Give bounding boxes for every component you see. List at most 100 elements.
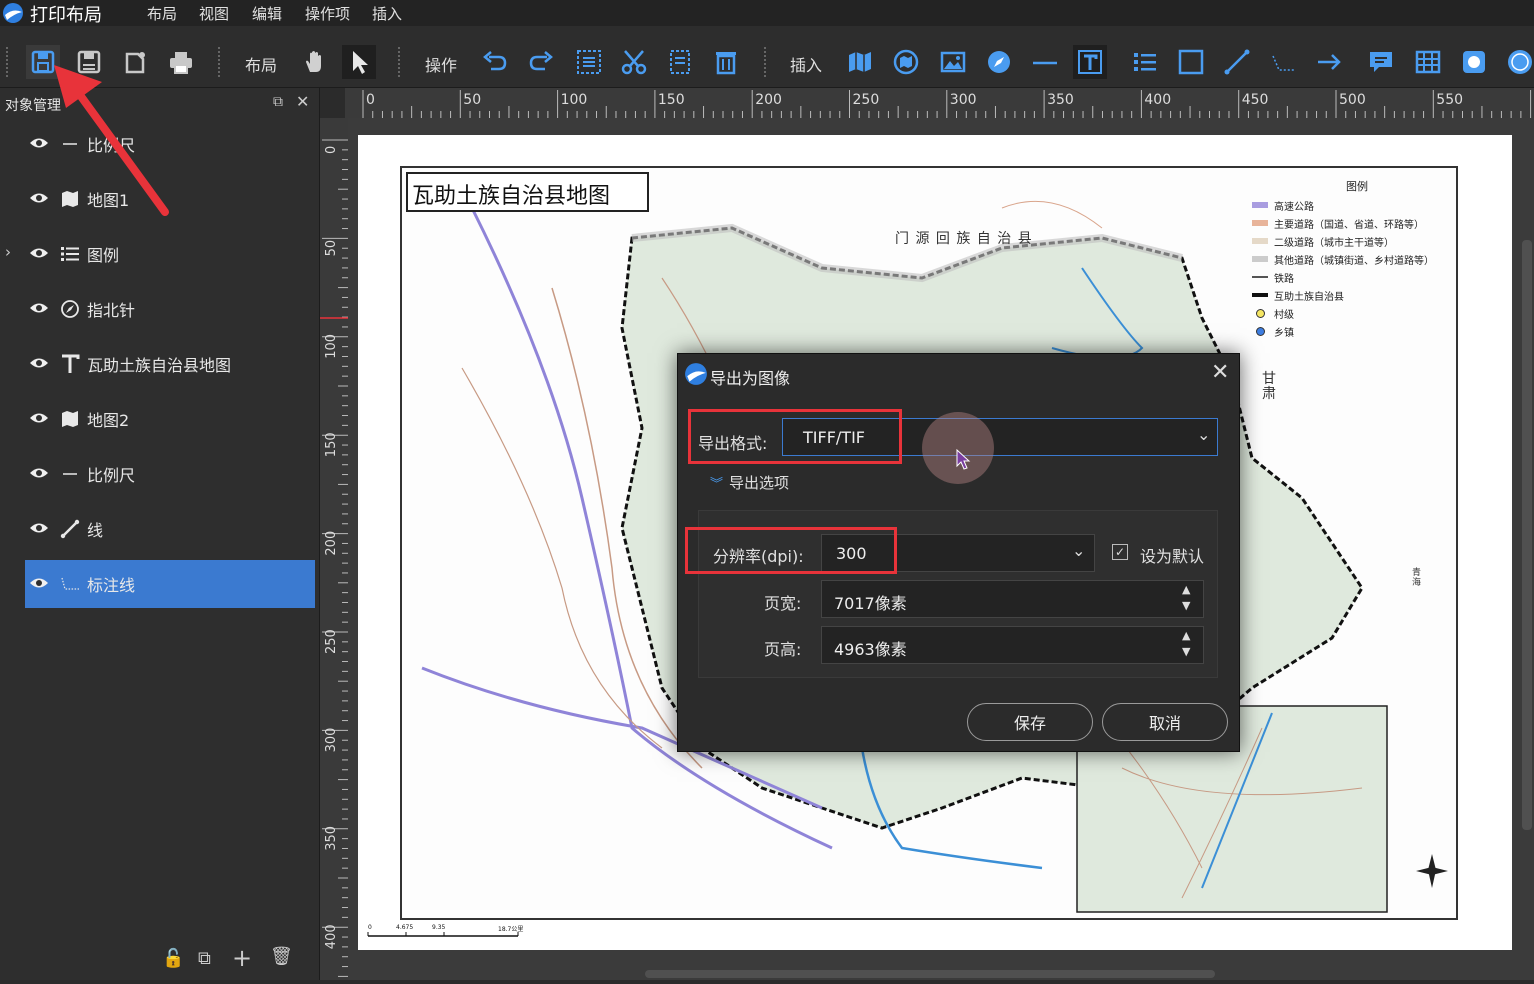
layer-item[interactable]: 图例› xyxy=(25,230,315,278)
page-height-spinbox[interactable]: 4963像素 ▲▼ xyxy=(821,626,1204,664)
dialog-close-icon[interactable]: ✕ xyxy=(1211,360,1229,385)
select-tool-button[interactable] xyxy=(342,45,376,79)
redo-button[interactable] xyxy=(524,45,558,79)
insert-north-arrow-button[interactable] xyxy=(982,45,1016,79)
insert-text-button[interactable] xyxy=(1073,45,1107,79)
set-default-checkbox[interactable]: ✓ xyxy=(1112,544,1128,560)
province-label-2: 青海 xyxy=(1412,568,1422,588)
insert-table-button[interactable] xyxy=(1411,45,1445,79)
legend-icon xyxy=(1131,48,1159,76)
eye-icon[interactable] xyxy=(29,465,51,484)
toolbar-group-insert: 插入 xyxy=(790,52,822,76)
expand-chevron-icon[interactable]: › xyxy=(5,243,11,261)
copy-button[interactable] xyxy=(663,45,697,79)
insert-map-button[interactable] xyxy=(843,45,877,79)
scalebar[interactable]: 0 4.675 9.35 18.7公里 xyxy=(366,922,526,944)
add-icon[interactable]: + xyxy=(232,944,252,972)
ruler-label: 450 xyxy=(1242,92,1269,108)
redo-icon xyxy=(527,48,555,76)
insert-annotation-line-button[interactable] xyxy=(1266,45,1300,79)
menu-insert[interactable]: 插入 xyxy=(372,3,402,24)
export-options-toggle[interactable]: ︾ 导出选项 xyxy=(710,472,789,493)
rectangle-icon xyxy=(1177,48,1205,76)
map-legend[interactable]: 图例 高速公路主要道路（国道、省道、环路等）二级道路（城市主干道等）其他道路（城… xyxy=(1252,178,1462,338)
close-panel-icon[interactable]: ✕ xyxy=(296,92,309,111)
legend-swatch xyxy=(1256,327,1265,336)
insert-scalebar-button[interactable] xyxy=(1028,45,1062,79)
ruler-label: 0 xyxy=(324,146,339,154)
ruler-label: 50 xyxy=(324,240,339,257)
insert-line-button[interactable] xyxy=(1220,45,1254,79)
layer-item[interactable]: 标注线 xyxy=(25,560,315,608)
insert-rectangle-button[interactable] xyxy=(1174,45,1208,79)
layer-item-label: 图例 xyxy=(87,242,119,266)
undo-button[interactable] xyxy=(478,45,512,79)
layer-item-label: 瓦助土族自治县地图 xyxy=(87,352,231,376)
eye-icon[interactable] xyxy=(29,410,51,429)
menu-view[interactable]: 视图 xyxy=(199,3,229,24)
legend-item: 其他道路（城镇街道、乡村道路等） xyxy=(1252,250,1462,268)
insert-map-frame-button[interactable] xyxy=(889,45,923,79)
menu-edit[interactable]: 编辑 xyxy=(252,3,282,24)
spin-arrows-icon[interactable]: ▲▼ xyxy=(1182,582,1190,614)
select-all-icon xyxy=(575,48,603,76)
toolbar-grip[interactable] xyxy=(398,47,402,77)
map-icon xyxy=(59,409,81,429)
delete-button[interactable] xyxy=(709,45,743,79)
duplicate-icon[interactable]: ⧉ xyxy=(198,948,211,969)
undo-icon xyxy=(481,48,509,76)
eye-icon[interactable] xyxy=(29,520,51,539)
insert-legend-button[interactable] xyxy=(1128,45,1162,79)
layer-item[interactable]: 地图2 xyxy=(25,395,315,443)
menu-layout[interactable]: 布局 xyxy=(147,3,177,24)
annotation-line-icon xyxy=(59,574,81,594)
page-width-spinbox[interactable]: 7017像素 ▲▼ xyxy=(821,580,1204,618)
legend-icon xyxy=(59,245,81,263)
eye-icon[interactable] xyxy=(29,355,51,374)
chevron-down-icon: ⌄ xyxy=(1197,425,1210,444)
toolbar-grip[interactable] xyxy=(764,47,768,77)
eye-icon[interactable] xyxy=(29,575,51,594)
pan-tool-button[interactable] xyxy=(298,45,332,79)
horizontal-scrollbar[interactable] xyxy=(645,970,1215,978)
legend-item-label: 互助土族自治县 xyxy=(1274,288,1344,303)
ruler-label: 150 xyxy=(324,432,339,457)
layer-item[interactable]: 线 xyxy=(25,505,315,553)
eye-icon[interactable] xyxy=(29,245,51,264)
ruler-label: 150 xyxy=(658,92,685,108)
web-globe-icon xyxy=(1506,48,1534,76)
legend-item: 铁路 xyxy=(1252,268,1462,286)
scale-label-3: 18.7公里 xyxy=(498,924,523,933)
insert-url-button[interactable] xyxy=(1503,45,1534,79)
layer-item[interactable]: 指北针 xyxy=(25,285,315,333)
menu-operations[interactable]: 操作项 xyxy=(305,3,350,24)
lock-icon[interactable]: 🔓 xyxy=(162,948,184,969)
layer-item[interactable]: 比例尺 xyxy=(25,450,315,498)
save-button[interactable]: 保存 xyxy=(967,703,1093,741)
north-arrow-icon[interactable] xyxy=(1412,850,1452,892)
map-title-text[interactable]: 瓦助土族自治县地图 xyxy=(406,172,649,212)
legend-swatch xyxy=(1252,238,1268,244)
scale-label-0: 0 xyxy=(368,924,372,931)
eye-icon[interactable] xyxy=(29,300,51,319)
insert-image-button[interactable] xyxy=(936,45,970,79)
region-label: 门 源 回 族 自 治 县 xyxy=(895,228,1033,248)
select-all-button[interactable] xyxy=(572,45,606,79)
legend-item-label: 乡镇 xyxy=(1274,324,1294,339)
insert-arrow-button[interactable] xyxy=(1312,45,1346,79)
insert-callout-button[interactable] xyxy=(1364,45,1398,79)
float-panel-icon[interactable]: ⧉ xyxy=(273,94,283,110)
toolbar-grip[interactable] xyxy=(218,47,222,77)
ruler-label: 250 xyxy=(324,629,339,654)
vertical-scrollbar[interactable] xyxy=(1522,240,1532,830)
legend-swatch xyxy=(1252,256,1268,262)
insert-shape-button[interactable] xyxy=(1457,45,1491,79)
legend-item-label: 铁路 xyxy=(1274,270,1294,285)
delete-icon[interactable]: 🗑 xyxy=(270,946,293,967)
cut-button[interactable] xyxy=(617,45,651,79)
cancel-button[interactable]: 取消 xyxy=(1102,703,1228,741)
spin-arrows-icon[interactable]: ▲▼ xyxy=(1182,628,1190,660)
toolbar-grip[interactable] xyxy=(6,47,10,77)
ruler-label: 100 xyxy=(324,334,339,359)
layer-item[interactable]: 瓦助土族自治县地图 xyxy=(25,340,315,388)
